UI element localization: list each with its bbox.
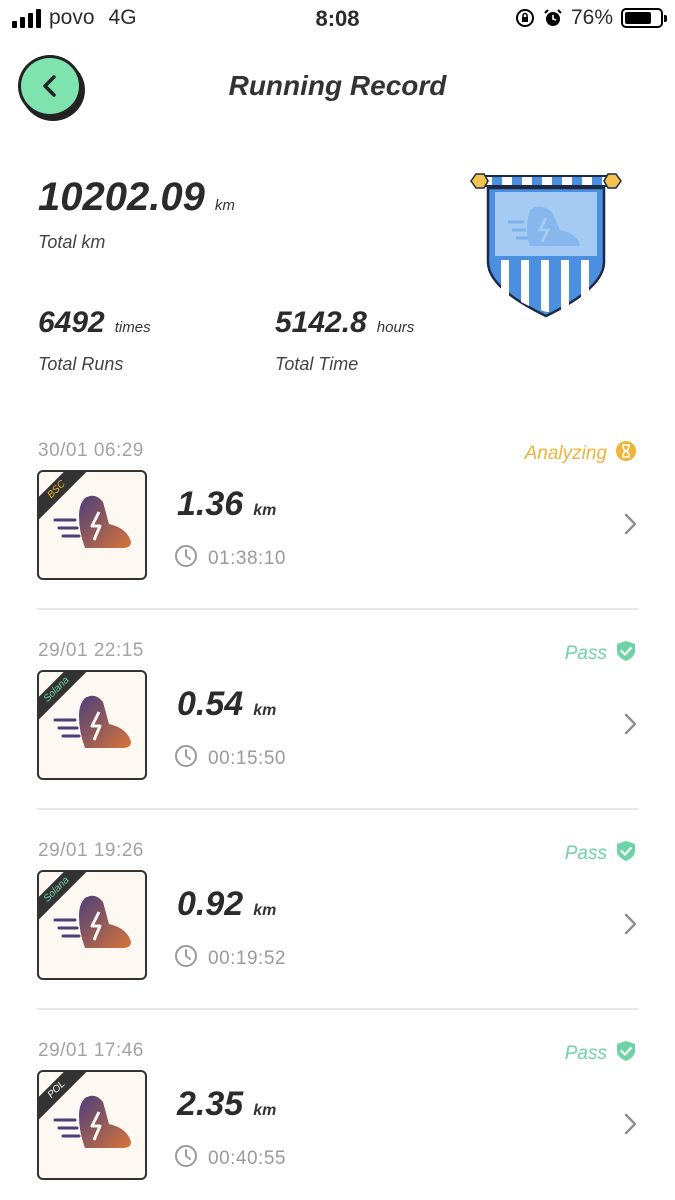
record-distance: 1.36 km [177, 485, 276, 524]
alarm-icon [544, 9, 562, 26]
total-runs-unit: times [114, 319, 151, 336]
check-shield-icon [615, 1040, 637, 1068]
rotation-lock-icon [515, 9, 534, 27]
total-runs-label: Total Runs [38, 354, 124, 374]
clock-icon [174, 944, 198, 974]
status-bar: povo 4G 8:08 76% [0, 0, 675, 38]
battery-percent: 76% [570, 6, 613, 29]
record-date: 29/01 17:46 [38, 1040, 144, 1061]
record-duration: 01:38:10 [174, 544, 286, 574]
record-status: Pass [565, 840, 637, 868]
chevron-right-icon[interactable] [623, 512, 639, 541]
page-title: Running Record [228, 70, 447, 101]
record-status-label: Analyzing [524, 443, 607, 464]
record-distance-unit: km [253, 1102, 277, 1119]
record-date: 29/01 22:15 [38, 640, 144, 661]
total-time-unit: hours [376, 319, 415, 336]
record-distance: 0.92 km [177, 885, 276, 924]
shoe-thumbnail: Solana [37, 870, 147, 980]
banner-badge-icon [470, 173, 622, 318]
run-record[interactable]: 29/01 17:46 Pass POL 2.35 km 00:40:55 [0, 1040, 675, 1200]
record-status-label: Pass [564, 643, 607, 664]
record-distance-value: 1.36 [177, 485, 244, 523]
run-record[interactable]: 29/01 22:15 Pass Solana 0.54 km 00:15:50 [0, 640, 675, 840]
record-distance-unit: km [253, 502, 277, 519]
record-duration-value: 01:38:10 [208, 548, 286, 569]
record-duration-value: 00:15:50 [208, 748, 286, 769]
clock-icon [174, 1144, 198, 1174]
chevron-right-icon[interactable] [623, 712, 639, 741]
record-status: Pass [565, 1040, 637, 1068]
total-km-unit: km [214, 197, 235, 214]
record-status: Analyzing [525, 440, 637, 468]
total-km-value: 10202.09 [38, 175, 205, 219]
shoe-thumbnail: BSC [37, 470, 147, 580]
shoe-thumbnail: POL [37, 1070, 147, 1180]
clock-icon [174, 744, 198, 774]
hourglass-icon [615, 440, 637, 468]
record-duration-value: 00:19:52 [208, 948, 286, 969]
record-duration-value: 00:40:55 [208, 1148, 286, 1169]
record-status: Pass [565, 640, 637, 668]
record-duration: 00:15:50 [174, 744, 286, 774]
battery-icon [621, 8, 667, 28]
record-distance: 0.54 km [177, 685, 276, 724]
record-duration: 00:40:55 [174, 1144, 286, 1174]
record-distance-value: 2.35 [177, 1085, 244, 1123]
record-duration: 00:19:52 [174, 944, 286, 974]
total-km: 10202.09 km [38, 175, 235, 220]
divider [37, 808, 638, 810]
record-date: 30/01 06:29 [38, 440, 144, 461]
check-shield-icon [615, 640, 637, 668]
chevron-right-icon[interactable] [623, 1112, 639, 1141]
record-status-label: Pass [564, 843, 607, 864]
check-shield-icon [615, 840, 637, 868]
total-time: 5142.8 hours [275, 306, 414, 340]
divider [37, 1008, 638, 1010]
record-status-label: Pass [564, 1043, 607, 1064]
run-record[interactable]: 29/01 19:26 Pass Solana 0.92 km 00:19:52 [0, 840, 675, 1040]
record-distance-value: 0.92 [177, 885, 244, 923]
total-km-label: Total km [38, 232, 106, 252]
clock-icon [174, 544, 198, 574]
run-record[interactable]: 30/01 06:29 Analyzing BSC 1.36 km 01:38:… [0, 440, 675, 640]
record-distance-unit: km [253, 902, 277, 919]
shoe-thumbnail: Solana [37, 670, 147, 780]
chevron-right-icon[interactable] [623, 912, 639, 941]
record-distance: 2.35 km [177, 1085, 276, 1124]
total-time-label: Total Time [275, 354, 359, 374]
total-time-value: 5142.8 [275, 306, 367, 339]
record-distance-unit: km [253, 702, 277, 719]
divider [37, 608, 638, 610]
total-runs: 6492 times [38, 306, 151, 340]
record-date: 29/01 19:26 [38, 840, 144, 861]
total-runs-value: 6492 [38, 306, 105, 339]
record-distance-value: 0.54 [177, 685, 244, 723]
